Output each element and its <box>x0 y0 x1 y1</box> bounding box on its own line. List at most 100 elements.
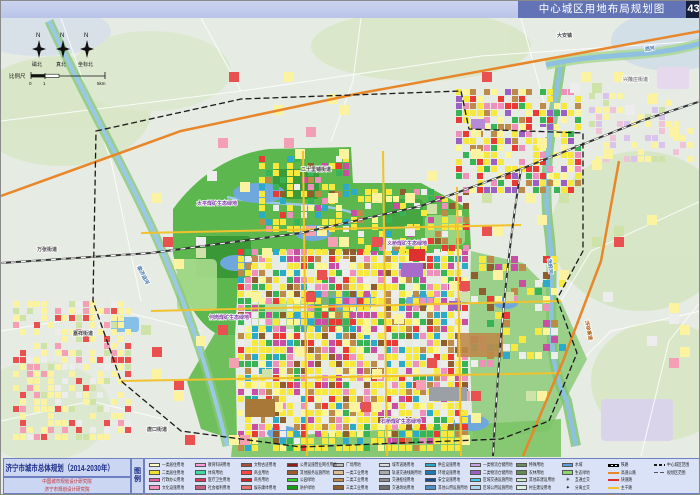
legend-swatch <box>470 477 482 483</box>
legend-item: ✦ 分离立交 <box>562 485 605 491</box>
legend-item: 其他非建设用地 <box>516 477 559 483</box>
legend-column: 公用设施营业网点用地其他服务设施用地 公园绿地防护绿地 <box>286 462 337 491</box>
legend-swatch <box>332 485 344 490</box>
legend-swatch <box>470 470 482 475</box>
legend-column: 供应设施用地 环境设施用地 安全设施用地 其他公用设施用地 <box>424 462 468 491</box>
map-label: 唐口街道 <box>147 426 167 433</box>
legend-label: 铁路 <box>621 462 629 467</box>
legend-item: 广场用地 <box>332 462 376 468</box>
svg-text:N: N <box>84 33 88 39</box>
legend-item: 区域交通设施用地 <box>470 477 513 483</box>
landuse-map: 大安镇兴隆庄街道二十里铺街道太平煤矿生态绿地义桥煤矿生态绿地何岗煤矿生态绿地石桥… <box>1 18 699 459</box>
legend-item: 一类工业用地 <box>332 469 376 476</box>
legend-column: 铁路高速公路快速路 主干路 <box>608 462 651 491</box>
legend-column: 城市道路用地 轨道交通线路用地 交通枢纽用地 交通场站用地 <box>378 462 422 491</box>
org-line-1: 中国城市规划设计研究院 <box>42 479 92 485</box>
map-label: 义桥煤矿生态绿地 <box>386 240 427 247</box>
legend-column: 广场用地 一类工业用地 二类工业用地 三类工业用地 <box>332 462 376 491</box>
legend-swatch <box>240 462 252 468</box>
legend-swatch <box>378 485 390 490</box>
legend-item: 文化设施用地 <box>149 485 192 491</box>
legend-swatch <box>149 470 160 475</box>
legend-title-char: 例 <box>134 476 141 483</box>
legend-swatch <box>378 462 390 468</box>
plan-sheet: 中心城区用地布局规划图 43 大安镇 兴隆庄街道 二十里铺街道 太平煤矿生态绿地… <box>0 0 700 495</box>
legend-column: 教育科研用地 体育用地 医疗卫生用地 社会福利用地 <box>194 462 238 491</box>
map-label: 泗河 <box>644 45 655 53</box>
compass-label: 磁北 <box>32 61 42 68</box>
legend-label: 社会福利用地 <box>207 484 231 490</box>
legend-swatch <box>149 477 160 483</box>
legend-item: 农林用地 <box>516 470 559 476</box>
legend-label: 农林用地 <box>529 469 545 475</box>
legend-swatch <box>516 485 528 490</box>
legend-swatch <box>149 485 160 490</box>
legend-label: 村庄建设用地 <box>529 484 552 490</box>
legend-item: 供应设施用地 <box>424 462 468 468</box>
legend-item: 公园绿地 <box>286 477 330 483</box>
compass-label: 真北 <box>56 61 66 68</box>
legend-item: 城市道路用地 <box>378 462 422 468</box>
legend-item: 医疗卫生用地 <box>194 477 238 483</box>
legend-swatch <box>286 485 298 490</box>
legend-item: 娱乐康体用地 <box>240 485 284 491</box>
legend-label: 高速公路 <box>621 469 636 475</box>
legend-label: 主干路 <box>621 484 633 490</box>
legend-label: 区域交通设施用地 <box>483 477 513 482</box>
legend-column: 文物古迹用地 商业用地 商务用地 娱乐康体用地 <box>240 462 284 491</box>
legend-item: 一类物流仓储用地 <box>470 462 513 468</box>
legend-swatch <box>562 462 574 468</box>
legend-symbol-dash-black <box>654 464 666 466</box>
legend-label: 一类工业用地 <box>345 469 368 475</box>
legend-swatch <box>194 477 206 483</box>
legend-item: 环境设施用地 <box>424 470 468 476</box>
legend-swatch <box>516 462 528 468</box>
page-number-badge: 43 <box>686 1 699 18</box>
map-label: 太平煤矿生态绿地 <box>196 200 237 207</box>
legend-swatch <box>378 470 390 475</box>
org-block: 中国城市规划设计研究院 济宁市规划设计研究院 <box>3 477 131 494</box>
legend-item: 其他服务设施用地 <box>286 470 330 476</box>
legend-column: 水域 生态绿地 ✳ 互通立交 ✦ 分离立交 <box>562 462 605 491</box>
legend-label: 水域 <box>575 462 583 467</box>
legend-symbol-highway <box>608 471 620 474</box>
legend-label: 二类物流仓储用地 <box>483 469 513 475</box>
legend-label: 文物古迹用地 <box>253 462 276 467</box>
legend-symbol-dashdot-gray <box>654 471 666 474</box>
legend-item: 交通枢纽用地 <box>378 477 422 483</box>
legend-item: 铁路 <box>608 462 651 468</box>
legend-label: 供应设施用地 <box>437 462 460 467</box>
legend-label: 公用设施营业网点用地 <box>299 462 337 467</box>
map-label: 石桥煤矿生态绿地 <box>380 418 421 425</box>
legend-label: 公园绿地 <box>299 477 315 482</box>
legend-swatch <box>378 477 390 483</box>
legend-item: 水域 <box>562 462 605 468</box>
legend-column: 中心城区范围 规划区范围 <box>654 462 697 491</box>
legend-item: 中心城区范围 <box>654 462 697 468</box>
legend-item: 主干路 <box>608 485 651 491</box>
legend-symbol-railway <box>608 463 620 467</box>
legend-item: 规划区范围 <box>654 470 697 476</box>
legend-item: 行政办公用地 <box>149 477 192 483</box>
legend-title-char: 图 <box>134 468 141 475</box>
svg-text:N: N <box>60 33 64 39</box>
map-sheet-title: 中心城区用地布局规划图 <box>518 1 686 18</box>
legend-item: 体育用地 <box>194 470 238 476</box>
legend-swatch <box>149 462 160 468</box>
plan-title-block: 济宁市城市总体规划（2014-2030年） <box>3 458 131 477</box>
legend-symbol-interchange: ✳ <box>565 477 570 483</box>
scale-tick: 5km <box>97 81 106 86</box>
legend-label: 二类工业用地 <box>345 477 368 482</box>
legend-swatch <box>240 485 252 490</box>
legend-item: 防护绿地 <box>286 485 330 491</box>
legend-label: 一类居住用地 <box>162 462 185 467</box>
legend-item: 安全设施用地 <box>424 477 468 483</box>
legend-column: 一类物流仓储用地 二类物流仓储用地 区域交通设施用地 区域公用设施用地 <box>470 462 513 491</box>
legend-item: 快速路 <box>608 477 651 483</box>
legend-swatch <box>240 477 252 483</box>
legend-swatch <box>286 470 298 475</box>
legend-label: 城市道路用地 <box>391 462 414 467</box>
legend-panel: 一类居住用地 二类居住用地 行政办公用地 文化设施用地 教育科研用地 体育用地 医疗卫生用地… <box>144 458 699 494</box>
map-label: 二十里铺街道 <box>301 166 331 173</box>
legend-label: 互通立交 <box>575 477 591 482</box>
